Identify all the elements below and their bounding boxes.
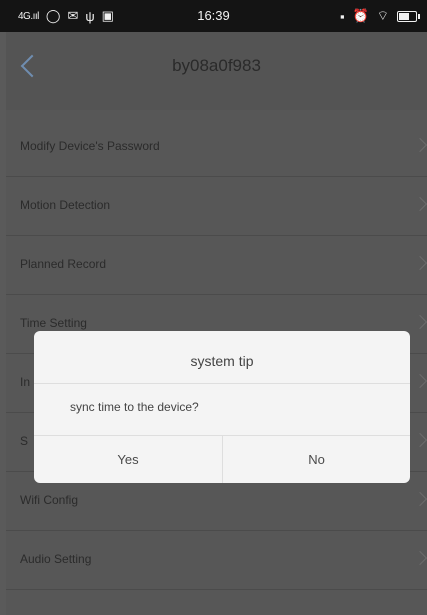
menu-item-label: Planned Record	[20, 257, 107, 271]
chevron-right-icon	[412, 550, 427, 566]
menu-item-modify-password[interactable]: Modify Device's Password	[6, 118, 427, 177]
status-time: 16:39	[197, 8, 230, 23]
status-right: ▪ ⏰ ⌔	[339, 8, 420, 24]
page-title: by08a0f983	[172, 56, 261, 75]
menu-item-planned-record[interactable]: Planned Record	[6, 236, 427, 295]
menu-item-label: Modify Device's Password	[20, 139, 160, 153]
dialog-divider	[34, 383, 410, 384]
wechat-icon: ✉	[67, 8, 79, 23]
device-settings-screen: by08a0f983 Modify Device's Password Moti…	[6, 32, 427, 615]
menu-item-label: Audio Setting	[20, 552, 92, 566]
chevron-right-icon	[412, 196, 427, 212]
battery-fill	[399, 12, 409, 20]
chevron-right-icon	[412, 137, 427, 153]
network-indicator: 4G.ııl	[18, 10, 39, 22]
menu-item-label: Time Setting	[20, 316, 87, 330]
circle-icon: ◯	[45, 8, 61, 23]
menu-item-label: S	[20, 434, 29, 448]
menu-item-label: In	[20, 375, 31, 389]
chevron-right-icon	[412, 432, 427, 448]
sim-icon: ▪	[339, 8, 345, 24]
status-bar: 4G.ııl ◯ ✉ ψ ▣ 16:39 ▪ ⏰ ⌔	[0, 0, 427, 32]
usb-icon: ψ	[85, 8, 95, 24]
battery-icon	[397, 10, 420, 22]
menu-item-audio-setting[interactable]: Audio Setting	[6, 531, 427, 590]
wifi-icon: ⌔	[376, 8, 389, 23]
menu-item-label: Wifi Config	[20, 493, 79, 507]
chevron-right-icon	[412, 255, 427, 271]
no-button[interactable]: No	[222, 436, 410, 483]
dialog-message: sync time to the device?	[70, 400, 199, 414]
system-tip-dialog: system tip sync time to the device? Yes …	[34, 331, 410, 483]
alarm-icon: ⏰	[352, 8, 369, 23]
status-left: 4G.ııl ◯ ✉ ψ ▣	[18, 8, 114, 24]
chevron-right-icon	[412, 491, 427, 507]
menu-item-motion-detection[interactable]: Motion Detection	[6, 177, 427, 236]
chevron-right-icon	[412, 373, 427, 389]
nav-bar: by08a0f983	[6, 32, 427, 110]
chevron-right-icon	[412, 314, 427, 330]
image-icon: ▣	[101, 8, 114, 23]
yes-button[interactable]: Yes	[34, 436, 222, 483]
menu-item-label: Motion Detection	[20, 198, 111, 212]
dialog-title: system tip	[190, 353, 254, 369]
